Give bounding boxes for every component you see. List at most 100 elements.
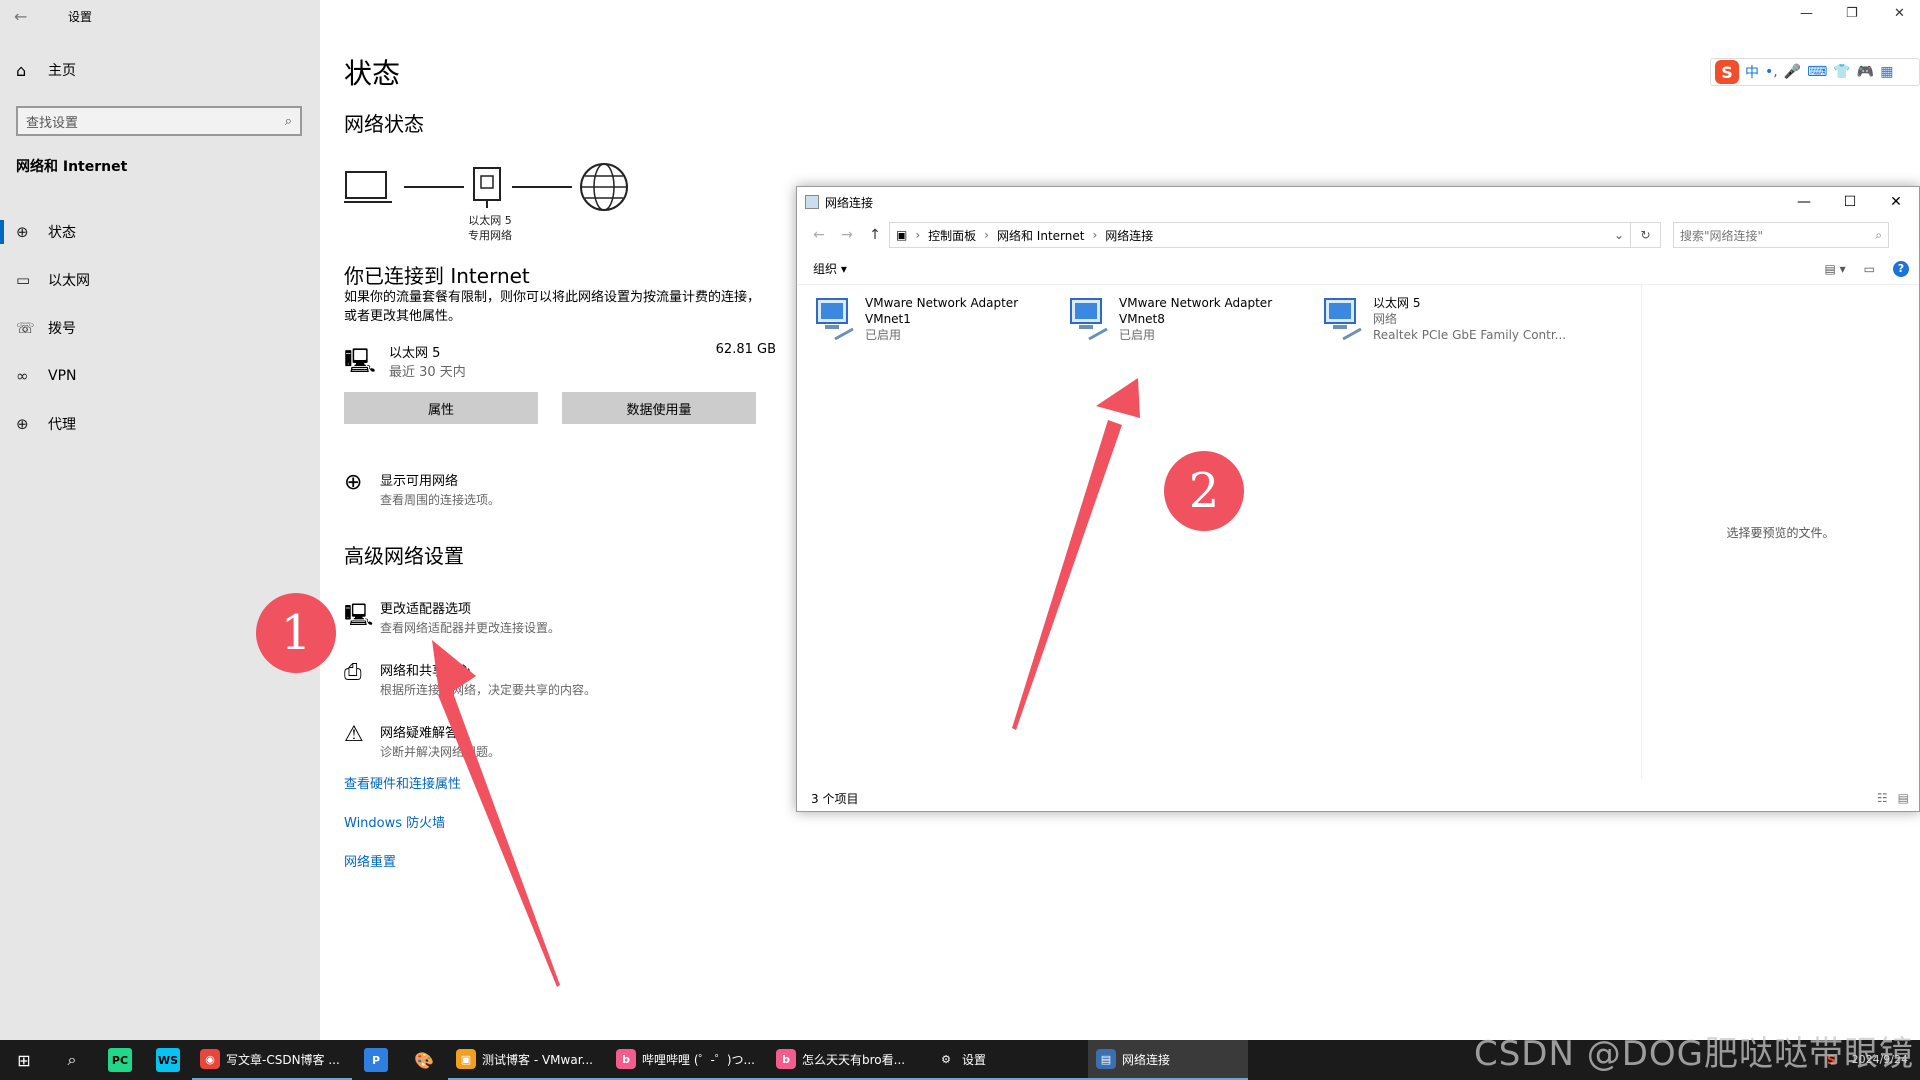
link-description: 根据所连接的网络，决定要共享的内容。: [380, 683, 597, 697]
item-status: Realtek PCIe GbE Family Contr...: [1373, 328, 1567, 342]
troubleshoot-link[interactable]: ⚠ 网络疑难解答 诊断并解决网络问题。: [344, 722, 500, 760]
back-arrow-icon[interactable]: ←: [14, 7, 38, 26]
sidebar-item-dialup[interactable]: ☏ 拨号: [0, 304, 320, 352]
show-networks-link[interactable]: ⊕ 显示可用网络 查看周围的连接选项。: [344, 470, 500, 508]
item-status: 已启用: [1119, 328, 1156, 342]
connected-description: 如果你的流量套餐有限制，则你可以将此网络设置为按流量计费的连接，或者更改其他属性…: [344, 290, 761, 324]
taskbar-app-label: 写文章-CSDN博客 ...: [226, 1052, 340, 1067]
item-status: 已启用: [865, 328, 902, 342]
annotation-badge-1: 1: [256, 593, 336, 673]
properties-button[interactable]: 属性: [344, 392, 538, 424]
item-count: 3 个项目: [811, 791, 859, 806]
gear-icon: ⚙: [941, 1052, 951, 1066]
taskbar-app-network-connections[interactable]: ▤ 网络连接: [1088, 1040, 1248, 1080]
search-placeholder: 查找设置: [26, 115, 79, 131]
link-description: 查看网络适配器并更改连接设置。: [380, 621, 561, 635]
sogou-logo-icon: S: [1715, 60, 1739, 84]
settings-search-input[interactable]: 查找设置 ⌕: [16, 106, 302, 136]
taskbar-app-chrome[interactable]: ◉ 写文章-CSDN博客 ...: [192, 1040, 352, 1080]
address-bar[interactable]: ▣ › 控制面板 › 网络和 Internet › 网络连接 ⌄ ↻: [889, 222, 1661, 248]
sidebar-item-ethernet[interactable]: ▭ 以太网: [0, 256, 320, 304]
vmware-icon: ▣: [456, 1049, 476, 1069]
game-icon: 🎮: [1856, 64, 1875, 80]
bilibili-icon: b: [616, 1049, 636, 1069]
home-nav[interactable]: ⌂ 主页: [16, 60, 76, 80]
close-icon[interactable]: ✕: [1894, 6, 1905, 21]
usage-period: 最近 30 天内: [389, 365, 466, 380]
taskbar-app-bilibili-2[interactable]: b 怎么天天有bro看...: [768, 1040, 928, 1080]
up-arrow-icon[interactable]: ↑: [861, 227, 889, 243]
firewall-link[interactable]: Windows 防火墙: [344, 812, 445, 831]
data-usage-button[interactable]: 数据使用量: [562, 392, 756, 424]
taskbar-app-label: 测试博客 - VMwar...: [482, 1052, 593, 1067]
sharing-center-link[interactable]: ⎙ 网络和共享中心 根据所连接的网络，决定要共享的内容。: [344, 660, 596, 698]
preview-pane-icon[interactable]: ▭: [1864, 262, 1875, 276]
search-icon[interactable]: ⌕: [48, 1040, 96, 1080]
close-icon[interactable]: ✕: [1873, 187, 1919, 217]
paint-icon[interactable]: 🎨: [400, 1040, 448, 1080]
preview-pane: 选择要预览的文件。: [1641, 285, 1919, 779]
start-windows-icon[interactable]: ⊞: [0, 1040, 48, 1080]
forward-arrow-icon[interactable]: →: [833, 227, 861, 243]
settings-titlebar: ← 设置: [0, 0, 320, 32]
vpn-icon: ∞: [16, 367, 29, 385]
chevron-right-icon: ›: [915, 228, 921, 242]
p-app-icon[interactable]: P: [352, 1040, 400, 1080]
sidebar-item-vpn[interactable]: ∞ VPN: [0, 352, 320, 400]
link-description: 查看周围的连接选项。: [380, 493, 501, 507]
minimize-icon[interactable]: —: [1800, 6, 1813, 21]
item-detail: VMnet1: [865, 312, 911, 326]
organize-menu[interactable]: 组织 ▾: [813, 260, 847, 277]
explorer-title: 网络连接: [825, 195, 874, 210]
sidebar-item-label: 拨号: [48, 321, 76, 337]
taskbar-app-bilibili-1[interactable]: b 哔哩哔哩 (゜-゜)つ...: [608, 1040, 768, 1080]
sidebar-item-proxy[interactable]: ⊕ 代理: [0, 400, 320, 448]
breadcrumb-item[interactable]: 网络连接: [1105, 227, 1153, 244]
list-item-vmnet8[interactable]: VMware Network Adapter VMnet8 已启用: [1067, 295, 1317, 345]
view-options-icon[interactable]: ▤ ▾: [1824, 262, 1845, 276]
ime-toolbar[interactable]: S 中 •, 🎤 ⌨ 👕 🎮 ▦: [1710, 58, 1920, 86]
microphone-icon: 🎤: [1783, 64, 1802, 80]
list-item-vmnet1[interactable]: VMware Network Adapter VMnet1 已启用: [813, 295, 1063, 345]
explorer-titlebar: 网络连接 — ☐ ✕: [797, 187, 1919, 217]
grid-icon: ▦: [1880, 64, 1894, 80]
pycharm-icon[interactable]: PC: [96, 1040, 144, 1080]
adapter-monitor-icon: 🖳: [344, 603, 374, 628]
network-reset-link[interactable]: 网络重置: [344, 851, 396, 870]
hardware-properties-link[interactable]: 查看硬件和连接属性: [344, 773, 461, 792]
list-item-ethernet5[interactable]: 以太网 5 网络 Realtek PCIe GbE Family Contr..…: [1321, 295, 1571, 345]
restore-icon[interactable]: ❐: [1846, 6, 1858, 21]
control-panel-icon: ▣: [896, 228, 908, 242]
preview-placeholder: 选择要预览的文件。: [1726, 525, 1835, 540]
chevron-down-icon[interactable]: ⌄: [1614, 228, 1624, 242]
network-adapter-icon: [1324, 298, 1362, 341]
ethernet-usage-row: 🖳 以太网 5 最近 30 天内 62.81 GB: [344, 340, 776, 384]
webstorm-icon[interactable]: WS: [144, 1040, 192, 1080]
page-title: 状态: [344, 57, 401, 90]
breadcrumb-item[interactable]: 控制面板: [928, 227, 976, 244]
sidebar-item-label: 代理: [48, 417, 76, 433]
explorer-search-input[interactable]: 搜索"网络连接" ⌕: [1673, 222, 1889, 248]
help-icon[interactable]: ?: [1893, 260, 1909, 277]
search-icon: ⌕: [1875, 227, 1882, 242]
search-icon: ⌕: [284, 113, 292, 129]
back-arrow-icon[interactable]: ←: [805, 227, 833, 243]
link-title: 网络疑难解答: [380, 726, 459, 741]
maximize-icon[interactable]: ☐: [1827, 187, 1873, 217]
csdn-watermark: CSDN @DOG肥哒哒带眼镜: [1473, 1034, 1914, 1074]
taskbar-app-settings[interactable]: ⚙ 设置: [928, 1040, 1088, 1080]
ethernet-icon: ▭: [16, 271, 31, 289]
item-detail: VMnet8: [1119, 312, 1165, 326]
breadcrumb-item[interactable]: 网络和 Internet: [997, 227, 1084, 244]
network-folder-icon: ▤: [1096, 1049, 1116, 1069]
refresh-icon[interactable]: ↻: [1630, 223, 1660, 247]
status-bar: 3 个项目 ☷ ▤: [797, 785, 1919, 811]
chrome-icon: ◉: [200, 1049, 220, 1069]
change-adapter-options-link[interactable]: 🖳 更改适配器选项 查看网络适配器并更改连接设置。: [344, 598, 560, 636]
minimize-icon[interactable]: —: [1781, 187, 1827, 217]
sidebar-item-label: VPN: [48, 368, 77, 384]
large-icons-view-icon[interactable]: ▤: [1898, 791, 1909, 805]
details-view-icon[interactable]: ☷: [1877, 791, 1888, 805]
sidebar-item-status[interactable]: ⊕ 状态: [0, 208, 320, 256]
taskbar-app-vmware[interactable]: ▣ 测试博客 - VMwar...: [448, 1040, 608, 1080]
